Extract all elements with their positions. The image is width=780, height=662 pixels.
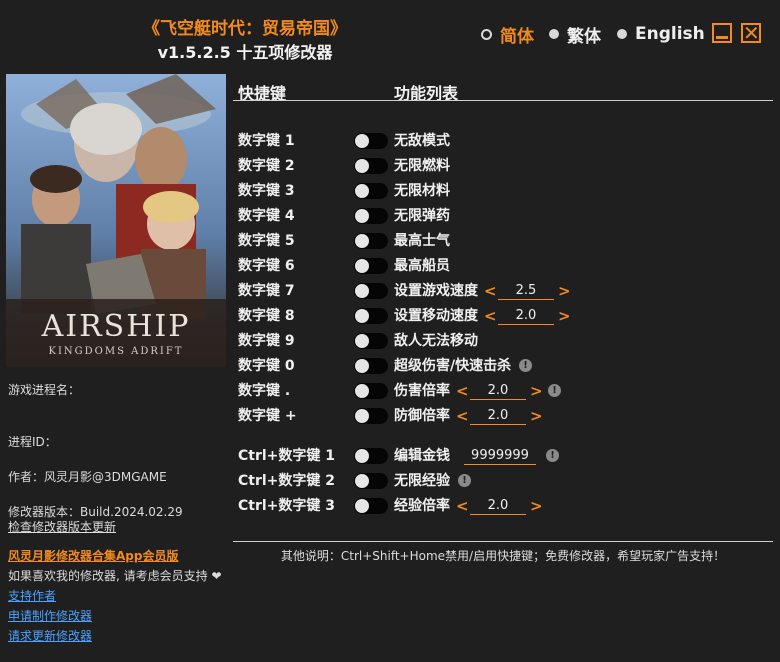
hotkey-label: 数字键 3 bbox=[238, 183, 295, 199]
author-text: 作者：风灵月影@3DMGAME bbox=[8, 470, 167, 484]
feature-toggle[interactable] bbox=[354, 233, 388, 249]
hotkey-label: 数字键 1 bbox=[238, 133, 295, 149]
footer-divider bbox=[233, 541, 773, 542]
process-name-label: 游戏进程名： bbox=[8, 383, 81, 397]
hotkey-label: 数字键 5 bbox=[238, 233, 295, 249]
vip-app-link[interactable]: 风灵月影修改器合集App会员版 bbox=[8, 547, 178, 564]
hotkey-label: 数字键 9 bbox=[238, 333, 295, 349]
feature-label: 无敌模式 bbox=[394, 133, 450, 149]
feature-label: 最高船员 bbox=[394, 258, 450, 274]
lang-traditional[interactable]: 繁体 bbox=[549, 24, 601, 47]
value-input[interactable]: 2.0 bbox=[470, 383, 526, 400]
decrease-arrow[interactable]: < bbox=[456, 381, 469, 401]
feature-label: 无限燃料 bbox=[394, 158, 450, 174]
increase-arrow[interactable]: > bbox=[558, 306, 571, 326]
hotkey-label: 数字键 7 bbox=[238, 283, 295, 299]
decrease-arrow[interactable]: < bbox=[456, 406, 469, 426]
support-text: 如果喜欢我的修改器, 请考虑会员支持 bbox=[8, 569, 208, 583]
value-input[interactable]: 2.0 bbox=[470, 408, 526, 425]
increase-arrow[interactable]: > bbox=[530, 381, 543, 401]
feature-toggle[interactable] bbox=[354, 408, 388, 424]
feature-label: 经验倍率 bbox=[394, 498, 450, 514]
game-cover-image: AIRSHIP KINGDOMS ADRIFT bbox=[6, 74, 226, 367]
hotkey-label: Ctrl+数字键 3 bbox=[238, 498, 336, 514]
close-icon[interactable]: ✕ bbox=[741, 23, 761, 43]
feature-label: 超级伤害/快速击杀 bbox=[394, 358, 512, 374]
support-message: 如果喜欢我的修改器, 请考虑会员支持 ❤ bbox=[8, 567, 222, 584]
radio-icon bbox=[481, 28, 492, 40]
feature-label: 伤害倍率 bbox=[394, 383, 450, 399]
process-id-label: 进程ID： bbox=[8, 435, 57, 449]
feature-label: 无限经验 bbox=[394, 473, 450, 489]
feature-label: 编辑金钱 bbox=[394, 448, 450, 464]
increase-arrow[interactable]: > bbox=[530, 406, 543, 426]
hotkey-label: Ctrl+数字键 1 bbox=[238, 448, 336, 464]
footer-note: 其他说明：Ctrl+Shift+Home禁用/启用快捷键；免费修改器，希望玩家广… bbox=[280, 549, 726, 563]
feature-toggle[interactable] bbox=[354, 383, 388, 399]
feature-toggle[interactable] bbox=[354, 158, 388, 174]
increase-arrow[interactable]: > bbox=[530, 496, 543, 516]
minimize-icon[interactable] bbox=[712, 23, 732, 43]
feature-toggle[interactable] bbox=[354, 308, 388, 324]
hotkey-label: 数字键 + bbox=[238, 408, 297, 424]
money-input[interactable]: 9999999 bbox=[464, 448, 536, 465]
feature-label: 最高士气 bbox=[394, 233, 450, 249]
feature-label: 无限材料 bbox=[394, 183, 450, 199]
hotkey-label: 数字键 8 bbox=[238, 308, 295, 324]
feature-toggle[interactable] bbox=[354, 498, 388, 514]
feature-label: 敌人无法移动 bbox=[394, 333, 478, 349]
feature-toggle[interactable] bbox=[354, 183, 388, 199]
info-icon[interactable]: ! bbox=[519, 359, 532, 372]
feature-toggle[interactable] bbox=[354, 333, 388, 349]
value-input[interactable]: 2.0 bbox=[498, 308, 554, 325]
header-divider bbox=[233, 100, 773, 101]
heart-icon: ❤ bbox=[211, 569, 222, 583]
lang-label: English bbox=[635, 24, 705, 44]
hotkey-label: Ctrl+数字键 2 bbox=[238, 473, 336, 489]
radio-icon bbox=[549, 29, 559, 39]
feature-toggle[interactable] bbox=[354, 283, 388, 299]
hotkey-label: 数字键 . bbox=[238, 383, 291, 399]
hotkey-label: 数字键 6 bbox=[238, 258, 295, 274]
hotkey-label: 数字键 4 bbox=[238, 208, 295, 224]
support-author-link[interactable]: 支持作者 bbox=[8, 587, 56, 604]
radio-icon bbox=[617, 29, 627, 39]
value-input[interactable]: 2.5 bbox=[498, 283, 554, 300]
decrease-arrow[interactable]: < bbox=[456, 496, 469, 516]
hotkey-label: 数字键 2 bbox=[238, 158, 295, 174]
feature-toggle[interactable] bbox=[354, 133, 388, 149]
request-trainer-link[interactable]: 申请制作修改器 bbox=[8, 607, 92, 624]
cover-logo-sub: KINGDOMS ADRIFT bbox=[49, 346, 184, 357]
hotkey-label: 数字键 0 bbox=[238, 358, 295, 374]
lang-simplified[interactable]: 简体 bbox=[481, 24, 534, 47]
request-update-link[interactable]: 请求更新修改器 bbox=[8, 627, 92, 644]
feature-label: 防御倍率 bbox=[394, 408, 450, 424]
feature-toggle[interactable] bbox=[354, 208, 388, 224]
feature-label: 无限弹药 bbox=[394, 208, 450, 224]
app-title: 《飞空艇时代：贸易帝国》 bbox=[143, 19, 347, 39]
value-input[interactable]: 2.0 bbox=[470, 498, 526, 515]
info-icon[interactable]: ! bbox=[548, 384, 561, 397]
feature-toggle[interactable] bbox=[354, 473, 388, 489]
decrease-arrow[interactable]: < bbox=[484, 281, 497, 301]
feature-toggle[interactable] bbox=[354, 448, 388, 464]
lang-label: 繁体 bbox=[567, 26, 601, 47]
decrease-arrow[interactable]: < bbox=[484, 306, 497, 326]
info-icon[interactable]: ! bbox=[458, 474, 471, 487]
increase-arrow[interactable]: > bbox=[558, 281, 571, 301]
cover-art-icon: AIRSHIP KINGDOMS ADRIFT bbox=[6, 74, 226, 367]
check-update-link[interactable]: 检查修改器版本更新 bbox=[8, 518, 116, 535]
cover-logo-main: AIRSHIP bbox=[41, 309, 191, 344]
feature-label: 设置游戏速度 bbox=[394, 283, 478, 299]
feature-toggle[interactable] bbox=[354, 258, 388, 274]
info-icon[interactable]: ! bbox=[546, 449, 559, 462]
lang-english[interactable]: English bbox=[617, 24, 705, 44]
app-subtitle: v1.5.2.5 十五项修改器 bbox=[157, 43, 333, 62]
lang-label: 简体 bbox=[500, 26, 534, 47]
feature-toggle[interactable] bbox=[354, 358, 388, 374]
feature-label: 设置移动速度 bbox=[394, 308, 478, 324]
